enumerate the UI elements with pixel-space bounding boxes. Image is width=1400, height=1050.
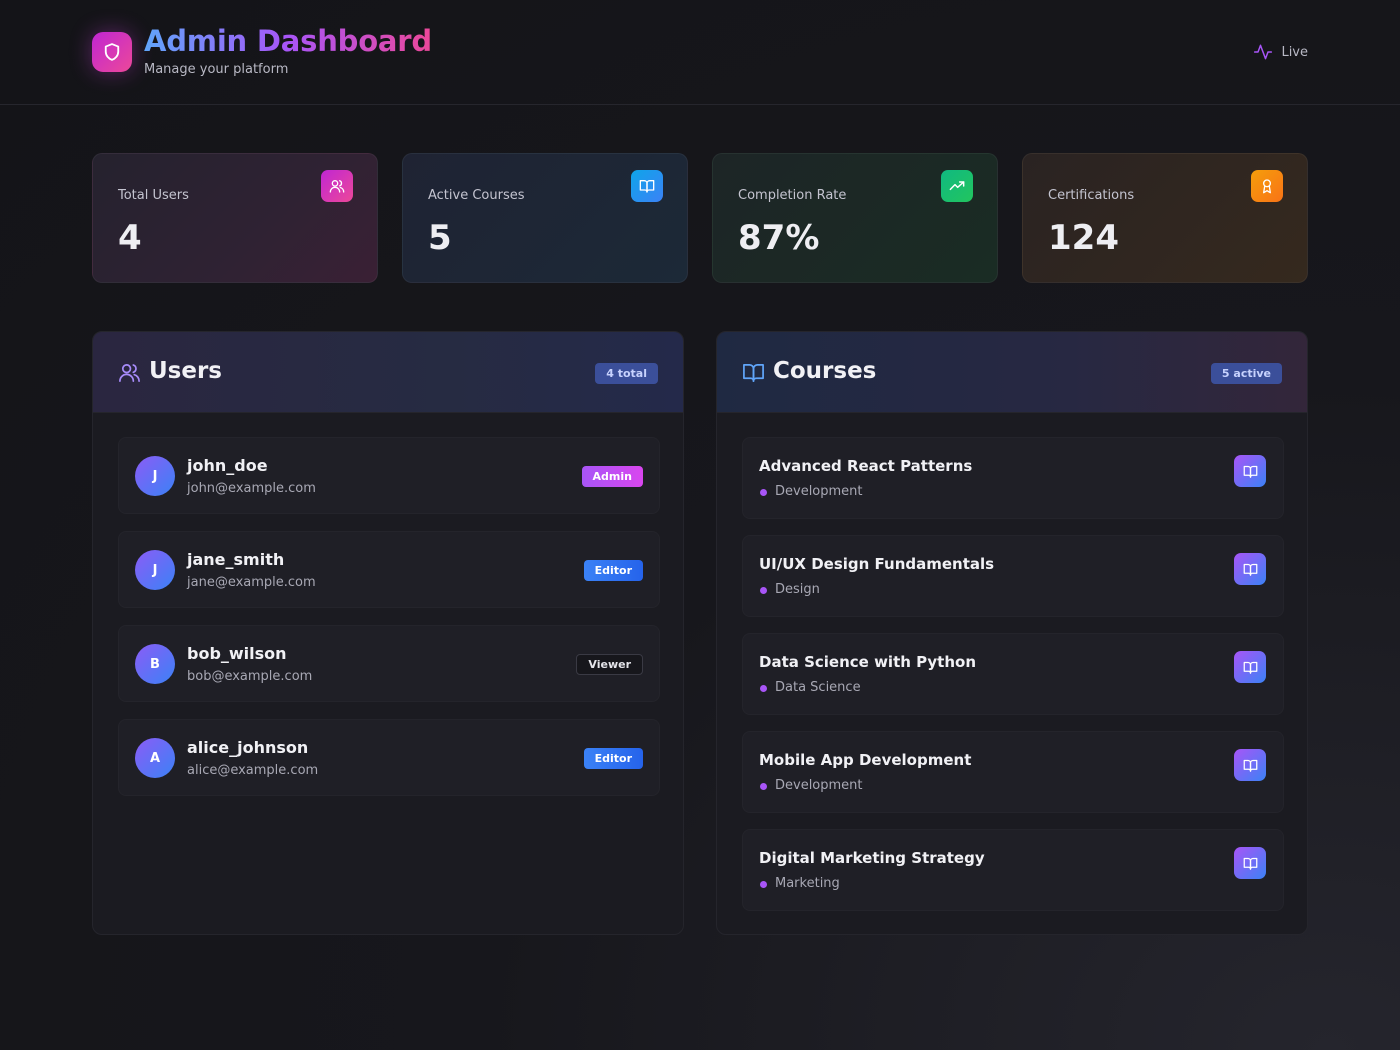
live-label: Live <box>1281 44 1308 60</box>
user-name: alice_johnson <box>187 738 309 757</box>
book-open-icon[interactable] <box>1234 553 1266 585</box>
stat-label: Total Users <box>118 188 189 203</box>
category-dot <box>760 587 767 594</box>
stat-card-completion-rate: Completion Rate 87% <box>712 153 998 283</box>
page-header: Admin Dashboard Manage your platform Liv… <box>0 0 1400 105</box>
avatar: J <box>135 550 175 590</box>
activity-icon <box>1254 44 1273 60</box>
stat-value: 124 <box>1048 218 1119 258</box>
category-dot <box>760 489 767 496</box>
user-email: bob@example.com <box>187 669 313 684</box>
stat-value: 4 <box>118 218 142 258</box>
live-status: Live <box>1253 42 1308 62</box>
course-row[interactable]: Advanced React Patterns Development <box>742 437 1284 519</box>
book-open-icon[interactable] <box>1234 651 1266 683</box>
courses-count-badge: 5 active <box>1210 363 1282 384</box>
category-dot <box>760 685 767 692</box>
course-category: Design <box>775 582 820 597</box>
book-open-icon[interactable] <box>1234 749 1266 781</box>
stat-label: Active Courses <box>428 188 525 203</box>
stat-value: 5 <box>428 218 452 258</box>
course-row[interactable]: Data Science with Python Data Science <box>742 633 1284 715</box>
avatar: B <box>135 644 175 684</box>
role-badge: Editor <box>583 748 643 769</box>
user-name: john_doe <box>187 456 268 475</box>
course-title: UI/UX Design Fundamentals <box>759 555 995 573</box>
course-category: Marketing <box>775 876 840 891</box>
course-title: Mobile App Development <box>759 751 972 769</box>
users-panel-header: Users 4 total <box>93 332 683 413</box>
book-open-icon <box>631 170 663 202</box>
course-category: Development <box>775 484 863 499</box>
users-icon <box>118 361 141 388</box>
trending-up-icon <box>941 170 973 202</box>
courses-panel-title: Courses <box>773 358 877 384</box>
course-category: Data Science <box>775 680 861 695</box>
page-title: Admin Dashboard <box>144 24 432 58</box>
course-title: Data Science with Python <box>759 653 977 671</box>
user-row[interactable]: B bob_wilson bob@example.com Viewer <box>118 625 660 702</box>
user-email: john@example.com <box>187 481 316 496</box>
course-title: Advanced React Patterns <box>759 457 973 475</box>
users-panel: Users 4 total J john_doe john@example.co… <box>92 331 684 935</box>
course-row[interactable]: Mobile App Development Development <box>742 731 1284 813</box>
avatar: A <box>135 738 175 778</box>
stat-card-certifications: Certifications 124 <box>1022 153 1308 283</box>
avatar: J <box>135 456 175 496</box>
award-icon <box>1251 170 1283 202</box>
users-panel-title: Users <box>149 358 222 384</box>
users-icon <box>321 170 353 202</box>
courses-panel: Courses 5 active Advanced React Patterns… <box>716 331 1308 935</box>
user-row[interactable]: J jane_smith jane@example.com Editor <box>118 531 660 608</box>
book-open-icon[interactable] <box>1234 455 1266 487</box>
user-name: jane_smith <box>187 550 285 569</box>
stat-value: 87% <box>738 218 820 258</box>
page-subtitle: Manage your platform <box>144 62 289 77</box>
stat-card-total-users: Total Users 4 <box>92 153 378 283</box>
shield-icon <box>104 43 120 61</box>
users-count-badge: 4 total <box>595 363 658 384</box>
user-name: bob_wilson <box>187 644 287 663</box>
stat-label: Certifications <box>1048 188 1135 203</box>
category-dot <box>760 881 767 888</box>
role-badge: Editor <box>583 560 643 581</box>
course-row[interactable]: UI/UX Design Fundamentals Design <box>742 535 1284 617</box>
role-badge: Admin <box>581 466 643 487</box>
app-logo <box>92 32 132 72</box>
user-row[interactable]: A alice_johnson alice@example.com Editor <box>118 719 660 796</box>
book-open-icon <box>742 361 765 388</box>
courses-panel-header: Courses 5 active <box>717 332 1307 413</box>
course-title: Digital Marketing Strategy <box>759 849 985 867</box>
user-email: alice@example.com <box>187 763 319 778</box>
course-row[interactable]: Digital Marketing Strategy Marketing <box>742 829 1284 911</box>
book-open-icon[interactable] <box>1234 847 1266 879</box>
stat-card-active-courses: Active Courses 5 <box>402 153 688 283</box>
category-dot <box>760 783 767 790</box>
stat-label: Completion Rate <box>738 188 847 203</box>
user-email: jane@example.com <box>187 575 316 590</box>
user-row[interactable]: J john_doe john@example.com Admin <box>118 437 660 514</box>
role-badge: Viewer <box>576 654 643 675</box>
course-category: Development <box>775 778 863 793</box>
